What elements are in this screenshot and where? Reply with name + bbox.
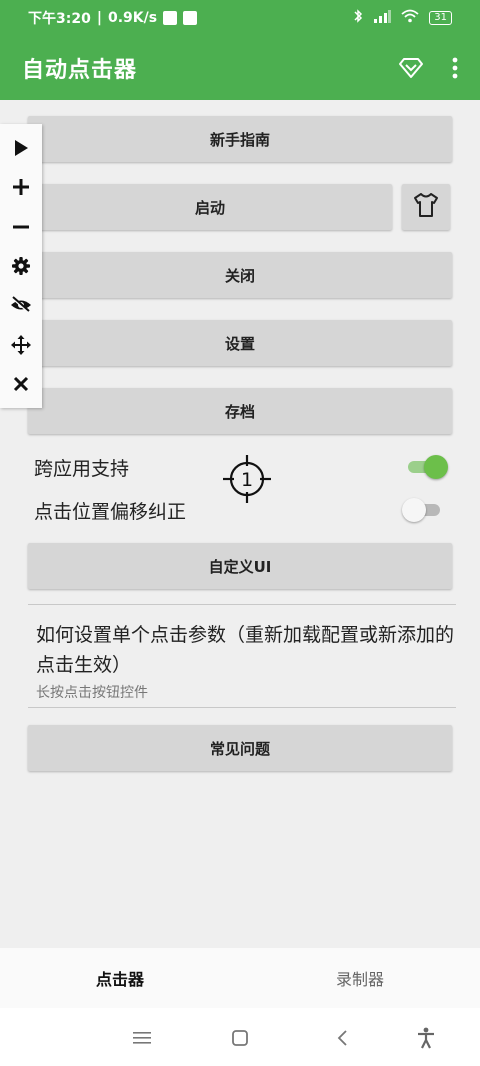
float-toolbar — [0, 124, 42, 408]
cross-app-toggle[interactable] — [404, 455, 448, 479]
faq-button[interactable]: 常见问题 — [28, 725, 452, 771]
custom-ui-button[interactable]: 自定义UI — [28, 543, 452, 589]
divider-top — [28, 604, 456, 605]
app-bar-actions — [398, 57, 458, 79]
move-icon[interactable] — [9, 333, 33, 357]
divider-bottom — [28, 707, 456, 708]
settings-button[interactable]: 设置 — [28, 320, 452, 366]
bottom-tab-bar: 点击器 录制器 — [0, 948, 480, 1008]
shirt-icon — [412, 192, 440, 222]
tab-recorder[interactable]: 录制器 — [240, 948, 480, 1008]
status-bar: 下午3:20 | 0.9K/s 31 — [0, 0, 480, 36]
cross-app-label: 跨应用支持 — [34, 457, 130, 480]
help-question: 如何设置单个点击参数（重新加载配置或新添加的点击生效） — [36, 624, 455, 676]
plus-icon[interactable] — [9, 175, 33, 199]
system-nav-bar — [0, 1008, 480, 1066]
notification-icon-2 — [183, 11, 198, 25]
offset-fix-label: 点击位置偏移纠正 — [34, 500, 187, 523]
help-item[interactable]: 如何设置单个点击参数（重新加载配置或新添加的点击生效） 长按点击按钮控件 — [36, 620, 456, 702]
start-button[interactable]: 启动 — [28, 184, 392, 230]
theme-button[interactable] — [402, 184, 450, 230]
status-left: 下午3:20 | 0.9K/s — [28, 8, 198, 28]
save-button[interactable]: 存档 — [28, 388, 452, 434]
tab-clicker[interactable]: 点击器 — [0, 948, 240, 1008]
app-title: 自动点击器 — [22, 58, 138, 83]
gear-icon[interactable] — [9, 254, 33, 278]
status-right: 31 — [353, 9, 452, 27]
home-icon[interactable] — [228, 1026, 252, 1050]
status-time: 下午3:20 — [28, 11, 91, 27]
more-vert-icon[interactable] — [452, 57, 458, 79]
app-bar: 自动点击器 — [0, 36, 480, 100]
offset-fix-toggle[interactable] — [402, 498, 444, 522]
signal-icon — [373, 9, 392, 27]
notification-icon — [163, 11, 178, 25]
play-icon[interactable] — [9, 136, 33, 160]
accessibility-icon[interactable] — [414, 1026, 438, 1050]
bluetooth-icon — [353, 9, 363, 27]
menu-icon[interactable] — [130, 1026, 154, 1050]
back-icon[interactable] — [330, 1026, 354, 1050]
close-button[interactable]: 关闭 — [28, 252, 452, 298]
status-separator: | — [96, 10, 102, 26]
battery-icon: 31 — [429, 11, 452, 25]
target-number: 1 — [241, 469, 253, 491]
network-speed: 0.9K/s — [107, 10, 158, 26]
diamond-icon[interactable] — [398, 57, 424, 79]
eye-off-icon[interactable] — [9, 293, 33, 317]
help-hint: 长按点击按钮控件 — [36, 685, 148, 701]
minus-icon[interactable] — [9, 215, 33, 239]
guide-button[interactable]: 新手指南 — [28, 116, 452, 162]
wifi-icon — [401, 9, 419, 27]
toggle-thumb — [424, 455, 448, 479]
close-icon[interactable] — [9, 372, 33, 396]
toggle-thumb — [402, 498, 426, 522]
click-target-marker[interactable]: 1 — [222, 454, 272, 504]
